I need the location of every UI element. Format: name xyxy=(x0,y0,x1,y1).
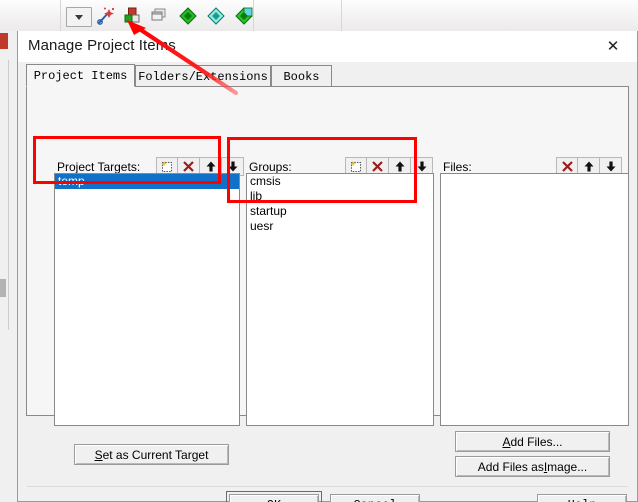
project-targets-listbox[interactable]: temp xyxy=(54,173,240,426)
toolbar-separator xyxy=(341,0,342,31)
magic-wand-icon xyxy=(97,7,115,25)
add-files-as-image-label-post: mage... xyxy=(547,459,588,474)
add-files-button[interactable]: Add Files... xyxy=(455,431,610,452)
tab-folders-extensions[interactable]: Folders/Extensions xyxy=(135,65,271,87)
cancel-button[interactable]: Cancel xyxy=(330,494,420,502)
arrow-up-icon xyxy=(206,161,215,172)
add-files-as-image-label-pre: Add Files as xyxy=(477,459,544,474)
list-item[interactable]: temp xyxy=(55,174,239,189)
add-files-as-image-button[interactable]: Add Files as Image... xyxy=(455,456,610,477)
pack-diamond-icon xyxy=(235,7,253,25)
chevron-down-icon xyxy=(75,14,83,20)
green-diamond-icon xyxy=(179,7,197,25)
help-button[interactable]: Help xyxy=(537,494,627,502)
teal-diamond-icon xyxy=(207,7,225,25)
new-item-icon xyxy=(350,161,361,172)
list-item[interactable]: cmsis xyxy=(247,174,433,189)
dialog-title-bar: Manage Project Items ✕ xyxy=(18,31,637,62)
add-files-accel: A xyxy=(502,434,511,449)
footer-divider xyxy=(27,486,628,487)
tab-strip: Project Items Folders/Extensions Books xyxy=(26,64,629,87)
manage-components-button[interactable] xyxy=(204,5,228,27)
set-as-current-target-label: et as Current Target xyxy=(102,447,209,462)
delete-x-icon xyxy=(183,161,194,172)
delete-x-icon xyxy=(561,161,573,172)
ok-button[interactable]: OK xyxy=(226,491,322,502)
target-select-dropdown-button[interactable] xyxy=(66,7,92,27)
list-item[interactable]: startup xyxy=(247,204,433,219)
dialog-title: Manage Project Items xyxy=(28,37,176,54)
multi-window-icon xyxy=(151,8,166,21)
files-listbox[interactable] xyxy=(440,173,629,426)
new-item-icon xyxy=(161,161,172,172)
add-files-label: dd Files... xyxy=(510,434,563,449)
arrow-up-icon xyxy=(395,161,404,172)
list-item[interactable]: lib xyxy=(247,189,433,204)
batch-build-button[interactable] xyxy=(94,5,118,27)
ide-toolbar xyxy=(0,0,638,32)
configure-target-button[interactable] xyxy=(176,5,200,27)
arrow-down-icon xyxy=(606,161,615,172)
manage-project-items-button[interactable] xyxy=(120,5,144,27)
files-label: Files: xyxy=(443,160,472,174)
project-targets-label: Project Targets: xyxy=(57,160,141,174)
close-icon[interactable]: ✕ xyxy=(591,32,635,60)
tab-books[interactable]: Books xyxy=(271,65,332,87)
arrow-up-icon xyxy=(584,161,593,172)
toolbar-separator xyxy=(60,0,61,31)
pack-installer-button[interactable] xyxy=(232,5,256,27)
delete-x-icon xyxy=(372,161,383,172)
tab-project-items[interactable]: Project Items xyxy=(26,64,135,87)
groups-label: Groups: xyxy=(249,160,292,174)
manage-project-items-dialog: Manage Project Items ✕ Project Items Fol… xyxy=(17,31,638,502)
set-as-current-target-accel: S xyxy=(94,447,103,462)
arrow-down-icon xyxy=(417,161,426,172)
arrow-down-icon xyxy=(228,161,237,172)
ide-marker-gray xyxy=(0,279,6,297)
list-item[interactable]: uesr xyxy=(247,219,433,234)
project-items-icon xyxy=(124,7,140,23)
screen: Manage Project Items ✕ Project Items Fol… xyxy=(0,0,638,502)
ide-marker-red xyxy=(0,33,8,49)
manage-multi-project-button[interactable] xyxy=(146,5,170,27)
set-as-current-target-button[interactable]: Set as Current Target xyxy=(74,444,229,465)
groups-listbox[interactable]: cmsis lib startup uesr xyxy=(246,173,434,426)
